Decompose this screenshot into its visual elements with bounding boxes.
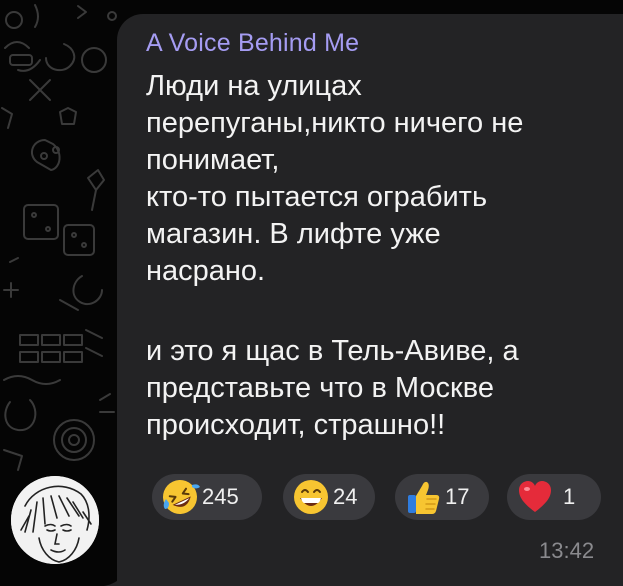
reaction-count: 245	[202, 484, 239, 509]
reaction-count: 24	[333, 484, 358, 509]
message-line: перепуганы,никто ничего не	[146, 107, 524, 139]
thumbs-up-icon	[408, 481, 440, 514]
message-line: и это я щас в Тель-Авиве, а	[146, 335, 519, 367]
message-text: Люди на улицах перепуганы,никто ничего н…	[146, 68, 606, 444]
message-line: представьте что в Москве	[146, 372, 494, 404]
avatar-image	[11, 476, 99, 564]
sender-avatar[interactable]	[11, 476, 99, 564]
message-line: происходит, страшно!!	[146, 409, 446, 441]
message-time: 13:42	[539, 538, 595, 563]
reaction-grinning[interactable]: 24	[283, 474, 375, 520]
reaction-laughing[interactable]: 245	[152, 474, 262, 520]
message-line: понимает,	[146, 144, 280, 176]
message-line: насрано.	[146, 255, 266, 287]
message-line: кто-то пытается ограбить	[146, 181, 488, 213]
grinning-face-icon	[294, 480, 328, 514]
message-line: магазин. В лифте уже	[146, 218, 441, 250]
reaction-heart[interactable]: 1	[507, 474, 601, 520]
sender-name[interactable]: A Voice Behind Me	[146, 29, 359, 58]
message-line: Люди на улицах	[146, 70, 362, 102]
rolling-on-floor-laughing-icon	[163, 480, 200, 514]
reaction-count: 17	[445, 484, 470, 509]
reaction-count: 1	[563, 484, 576, 509]
red-heart-icon	[519, 481, 551, 512]
paragraph-break	[146, 290, 606, 333]
reaction-thumbs-up[interactable]: 17	[395, 474, 489, 520]
